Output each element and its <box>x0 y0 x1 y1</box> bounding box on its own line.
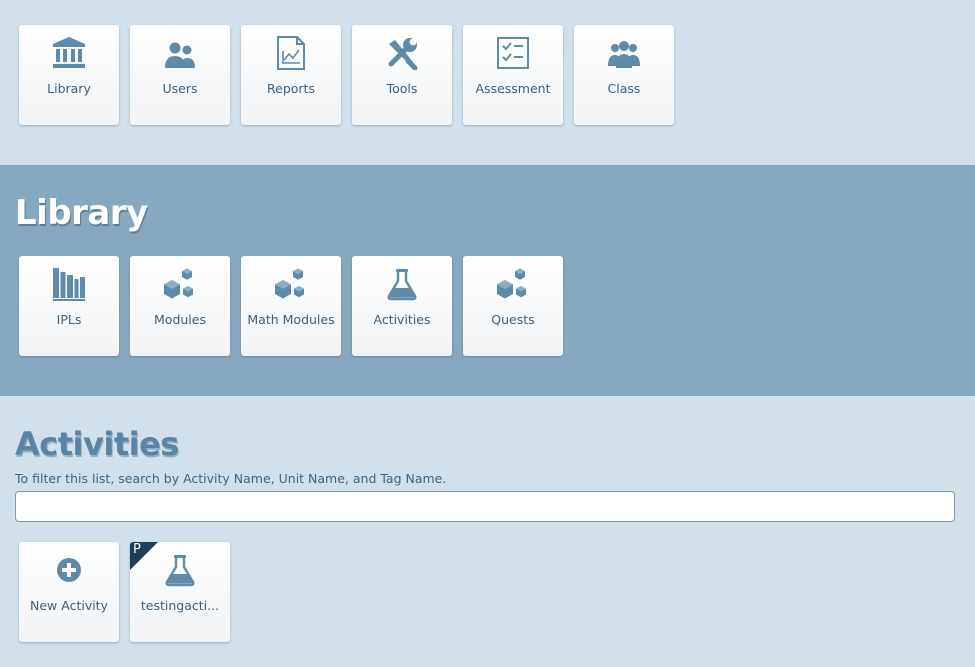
library-tile-label: IPLs <box>56 312 82 327</box>
cubes-icon <box>163 267 197 301</box>
nav-tile-assessment[interactable]: Assessment <box>463 25 563 125</box>
library-tile-modules[interactable]: Modules <box>130 256 230 356</box>
books-icon <box>52 267 86 301</box>
activities-title: Activities <box>15 425 179 463</box>
cubes-icon <box>496 267 530 301</box>
activity-tile-label: testingacti... <box>140 598 220 613</box>
library-tile-math-modules[interactable]: Math Modules <box>241 256 341 356</box>
library-title: Library <box>15 193 148 233</box>
nav-tile-class[interactable]: Class <box>574 25 674 125</box>
nav-tile-label: Assessment <box>475 81 551 96</box>
nav-tile-reports[interactable]: Reports <box>241 25 341 125</box>
library-tile-label: Modules <box>154 312 206 327</box>
new-activity-button[interactable]: New Activity <box>19 542 119 642</box>
library-tile-activities[interactable]: Activities <box>352 256 452 356</box>
flask-icon <box>163 553 197 587</box>
users-icon <box>163 36 197 70</box>
library-tile-label: Math Modules <box>247 312 335 327</box>
badge-letter: P <box>133 542 141 557</box>
cubes-icon <box>274 267 308 301</box>
library-tile-ipls[interactable]: IPLs <box>19 256 119 356</box>
top-nav-row: Library Users Reports Tools Assessment C… <box>19 25 674 125</box>
nav-tile-library[interactable]: Library <box>19 25 119 125</box>
tools-icon <box>385 36 419 70</box>
flask-icon <box>385 267 419 301</box>
filter-hint: To filter this list, search by Activity … <box>15 471 447 486</box>
nav-tile-users[interactable]: Users <box>130 25 230 125</box>
nav-tile-label: Users <box>162 81 198 96</box>
library-tile-quests[interactable]: Quests <box>463 256 563 356</box>
nav-tile-label: Tools <box>386 81 418 96</box>
nav-tile-label: Reports <box>267 81 315 96</box>
activity-tile[interactable]: P testingacti... <box>130 542 230 642</box>
plus-circle-icon <box>52 553 86 587</box>
reports-icon <box>274 36 308 70</box>
activities-tiles-row: New Activity P testingacti... <box>19 542 230 642</box>
search-input[interactable] <box>15 491 955 522</box>
library-tile-label: Activities <box>373 312 431 327</box>
new-activity-label: New Activity <box>30 598 108 613</box>
top-nav-section: Library Users Reports Tools Assessment C… <box>0 0 975 165</box>
library-tiles-row: IPLs Modules Math Modules Activities Que… <box>19 256 563 356</box>
library-tile-label: Quests <box>491 312 535 327</box>
library-icon <box>52 36 86 70</box>
nav-tile-tools[interactable]: Tools <box>352 25 452 125</box>
class-icon <box>607 36 641 70</box>
nav-tile-label: Class <box>607 81 641 96</box>
nav-tile-label: Library <box>47 81 91 96</box>
assessment-icon <box>496 36 530 70</box>
